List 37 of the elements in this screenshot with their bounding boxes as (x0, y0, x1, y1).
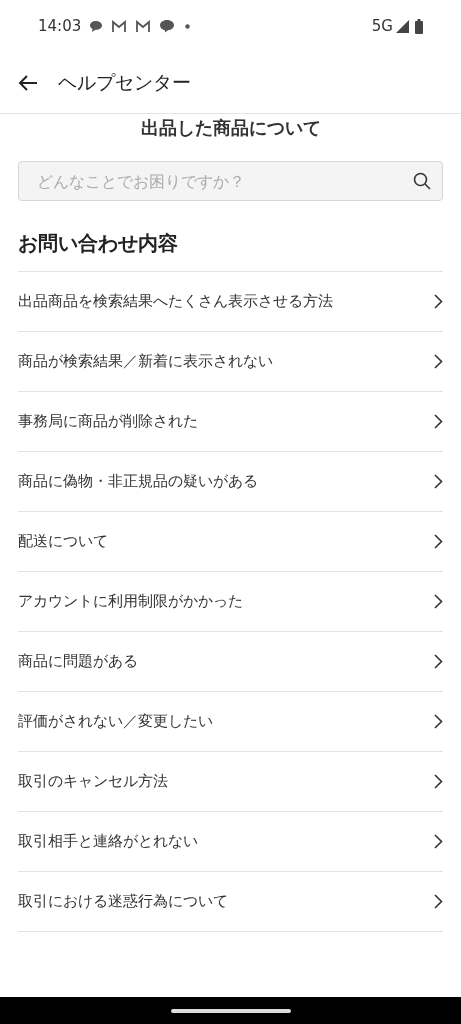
signal-icon (396, 19, 409, 33)
battery-icon (415, 18, 423, 34)
chevron-icon (434, 534, 443, 549)
topic-item[interactable]: 事務局に商品が削除された (18, 392, 443, 452)
topic-item[interactable]: 商品に問題がある (18, 632, 443, 692)
topic-item[interactable]: 取引のキャンセル方法 (18, 752, 443, 812)
chat-icon (89, 19, 104, 33)
chevron-icon (434, 414, 443, 429)
topic-item[interactable]: 商品に偽物・非正規品の疑いがある (18, 452, 443, 512)
chevron-icon (434, 774, 443, 789)
home-indicator[interactable] (170, 1008, 291, 1013)
dot-icon (185, 23, 191, 29)
chat-icon (159, 19, 176, 33)
mail-icon (111, 19, 128, 33)
topic-item[interactable]: 取引相手と連絡がとれない (18, 812, 443, 872)
chevron-icon (434, 834, 443, 849)
contact-heading: お問い合わせ内容 (18, 230, 179, 257)
search-field[interactable]: どんなことでお困りですか？ (18, 161, 443, 201)
network-label: 5G (371, 15, 393, 37)
chevron-icon (434, 474, 443, 489)
status-time: 14:03 (38, 15, 82, 37)
chevron-icon (434, 594, 443, 609)
topic-item[interactable]: 取引における迷惑行為について (18, 872, 443, 932)
page-title: ヘルプセンター (58, 70, 191, 96)
topic-item[interactable]: 出品商品を検索結果へたくさん表示させる方法 (18, 272, 443, 332)
chevron-icon (434, 654, 443, 669)
search-icon (413, 172, 431, 190)
mail-icon (135, 19, 152, 33)
topic-item[interactable]: 配送について (18, 512, 443, 572)
topic-item[interactable]: アカウントに利用制限がかかった (18, 572, 443, 632)
chevron-icon (434, 714, 443, 729)
topic-item[interactable]: 商品が検索結果／新着に表示されない (18, 332, 443, 392)
chevron-icon (434, 294, 443, 309)
chevron-icon (434, 894, 443, 909)
section-heading: 出品した商品について (140, 116, 321, 140)
chevron-icon (434, 354, 443, 369)
topic-item[interactable]: 評価がされない／変更したい (18, 692, 443, 752)
